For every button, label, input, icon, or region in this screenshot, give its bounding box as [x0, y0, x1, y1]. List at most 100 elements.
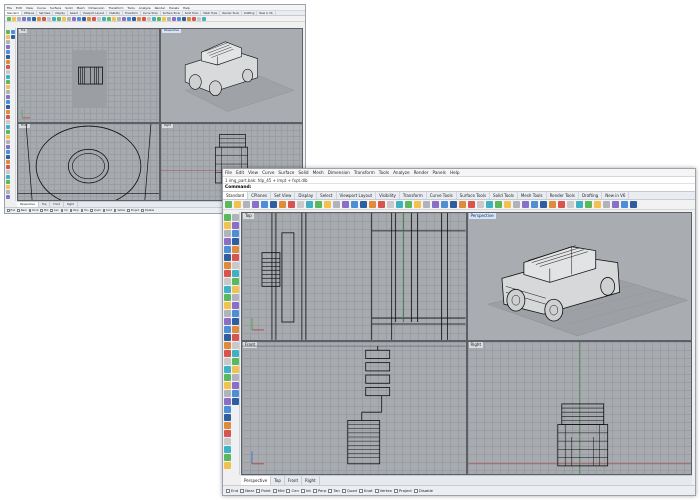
tool-button[interactable] — [224, 318, 231, 325]
toolbar-tab[interactable]: Standard — [5, 11, 22, 15]
toolbar-tab[interactable]: Visibility — [376, 192, 400, 199]
toolbar-button[interactable] — [495, 201, 502, 208]
tool-button[interactable] — [224, 238, 231, 245]
tool-button[interactable] — [232, 270, 239, 277]
toolbar-button[interactable] — [137, 16, 141, 21]
toolbar-button[interactable] — [252, 201, 259, 208]
tool-button[interactable] — [232, 334, 239, 341]
checkbox[interactable] — [300, 488, 305, 493]
toolbar-button[interactable] — [42, 16, 46, 21]
toolbar-tab[interactable]: Solid Tools — [183, 11, 202, 15]
tool-button[interactable] — [224, 398, 231, 405]
toolbar-tab[interactable]: Curve Tools — [427, 192, 457, 199]
toolbar-button[interactable] — [621, 201, 628, 208]
toolbar-tab[interactable]: CPlanes — [22, 11, 38, 15]
toolbar-button[interactable] — [297, 201, 304, 208]
menu-item[interactable]: Surface — [48, 5, 63, 10]
checkbox[interactable] — [7, 209, 10, 212]
tool-button[interactable] — [6, 105, 10, 109]
osnap-option[interactable]: Quad — [90, 208, 101, 213]
tool-button[interactable] — [232, 366, 239, 373]
osnap-option[interactable]: Quad — [341, 486, 357, 495]
tool-button[interactable] — [224, 310, 231, 317]
tool-button[interactable] — [224, 294, 231, 301]
toolbar-button[interactable] — [387, 201, 394, 208]
menu-item[interactable]: Edit — [14, 5, 24, 10]
menu-item[interactable]: File — [5, 5, 14, 10]
toolbar-button[interactable] — [324, 201, 331, 208]
toolbar-button[interactable] — [17, 16, 21, 21]
checkbox[interactable] — [141, 209, 144, 212]
tool-button[interactable] — [6, 150, 10, 154]
tool-button[interactable] — [232, 262, 239, 269]
tool-button[interactable] — [232, 342, 239, 349]
menu-item[interactable]: Analyze — [391, 169, 412, 176]
toolbar-button[interactable] — [315, 201, 322, 208]
tool-button[interactable] — [232, 254, 239, 261]
checkbox[interactable] — [286, 488, 291, 493]
tool-button[interactable] — [11, 35, 15, 39]
toolbar-button[interactable] — [147, 16, 151, 21]
toolbar-tab[interactable]: Set View — [271, 192, 296, 199]
menu-item[interactable]: Mesh — [311, 169, 326, 176]
tool-button[interactable] — [6, 175, 10, 179]
toolbar-tab[interactable]: Display — [295, 192, 318, 199]
tool-button[interactable] — [232, 230, 239, 237]
toolbar-tab[interactable]: New in V6 — [257, 11, 276, 15]
toolbar-button[interactable] — [97, 16, 101, 21]
toolbar-tab[interactable]: Display — [53, 11, 68, 15]
tool-button[interactable] — [232, 326, 239, 333]
osnap-option[interactable]: Perp — [312, 486, 326, 495]
tool-button[interactable] — [232, 302, 239, 309]
tool-button[interactable] — [6, 170, 10, 174]
toolbar-button[interactable] — [630, 201, 637, 208]
checkbox[interactable] — [341, 488, 346, 493]
menu-item[interactable]: Transform — [106, 5, 125, 10]
tool-button[interactable] — [6, 165, 10, 169]
toolbar-tab[interactable]: Select — [68, 11, 81, 15]
osnap-option[interactable]: End — [226, 486, 238, 495]
toolbar-button[interactable] — [567, 201, 574, 208]
toolbar-button[interactable] — [132, 16, 136, 21]
tool-button[interactable] — [232, 398, 239, 405]
toolbar-button[interactable] — [117, 16, 121, 21]
command-prompt[interactable]: Command: — [223, 184, 695, 192]
menu-item[interactable]: Surface — [276, 169, 296, 176]
toolbar-tab[interactable]: Transform — [400, 192, 427, 199]
tool-button[interactable] — [6, 90, 10, 94]
toolbar-button[interactable] — [37, 16, 41, 21]
osnap-option[interactable]: Int — [300, 486, 311, 495]
checkbox[interactable] — [256, 488, 261, 493]
viewport-top[interactable]: Top — [17, 28, 160, 124]
menu-item[interactable]: Solid — [296, 169, 310, 176]
tool-button[interactable] — [232, 294, 239, 301]
toolbar-tab[interactable]: Mesh Tools — [518, 192, 547, 199]
tool-button[interactable] — [232, 310, 239, 317]
tool-button[interactable] — [6, 125, 10, 129]
tool-button[interactable] — [232, 286, 239, 293]
toolbar-button[interactable] — [270, 201, 277, 208]
toolbar-tab[interactable]: Mesh Tools — [201, 11, 221, 15]
tool-button[interactable] — [6, 190, 10, 194]
tool-button[interactable] — [224, 350, 231, 357]
checkbox[interactable] — [374, 488, 379, 493]
toolbar-button[interactable] — [288, 201, 295, 208]
tool-button[interactable] — [6, 60, 10, 64]
tool-button[interactable] — [224, 390, 231, 397]
toolbar-tab[interactable]: Standard — [223, 192, 249, 199]
tool-button[interactable] — [224, 422, 231, 429]
toolbar-button[interactable] — [52, 16, 56, 21]
tool-button[interactable] — [224, 270, 231, 277]
tool-button[interactable] — [224, 382, 231, 389]
osnap-option[interactable]: Cen — [50, 208, 59, 213]
toolbar-button[interactable] — [112, 16, 116, 21]
toolbar-button[interactable] — [432, 201, 439, 208]
toolbar-button[interactable] — [167, 16, 171, 21]
tool-button[interactable] — [232, 246, 239, 253]
osnap-option[interactable]: Cen — [286, 486, 299, 495]
osnap-option[interactable]: Project — [127, 208, 139, 213]
checkbox[interactable] — [80, 209, 84, 212]
toolbar-tab[interactable]: CPlanes — [248, 192, 272, 199]
viewport-front[interactable]: Front — [241, 340, 467, 475]
toolbar-button[interactable] — [603, 201, 610, 208]
